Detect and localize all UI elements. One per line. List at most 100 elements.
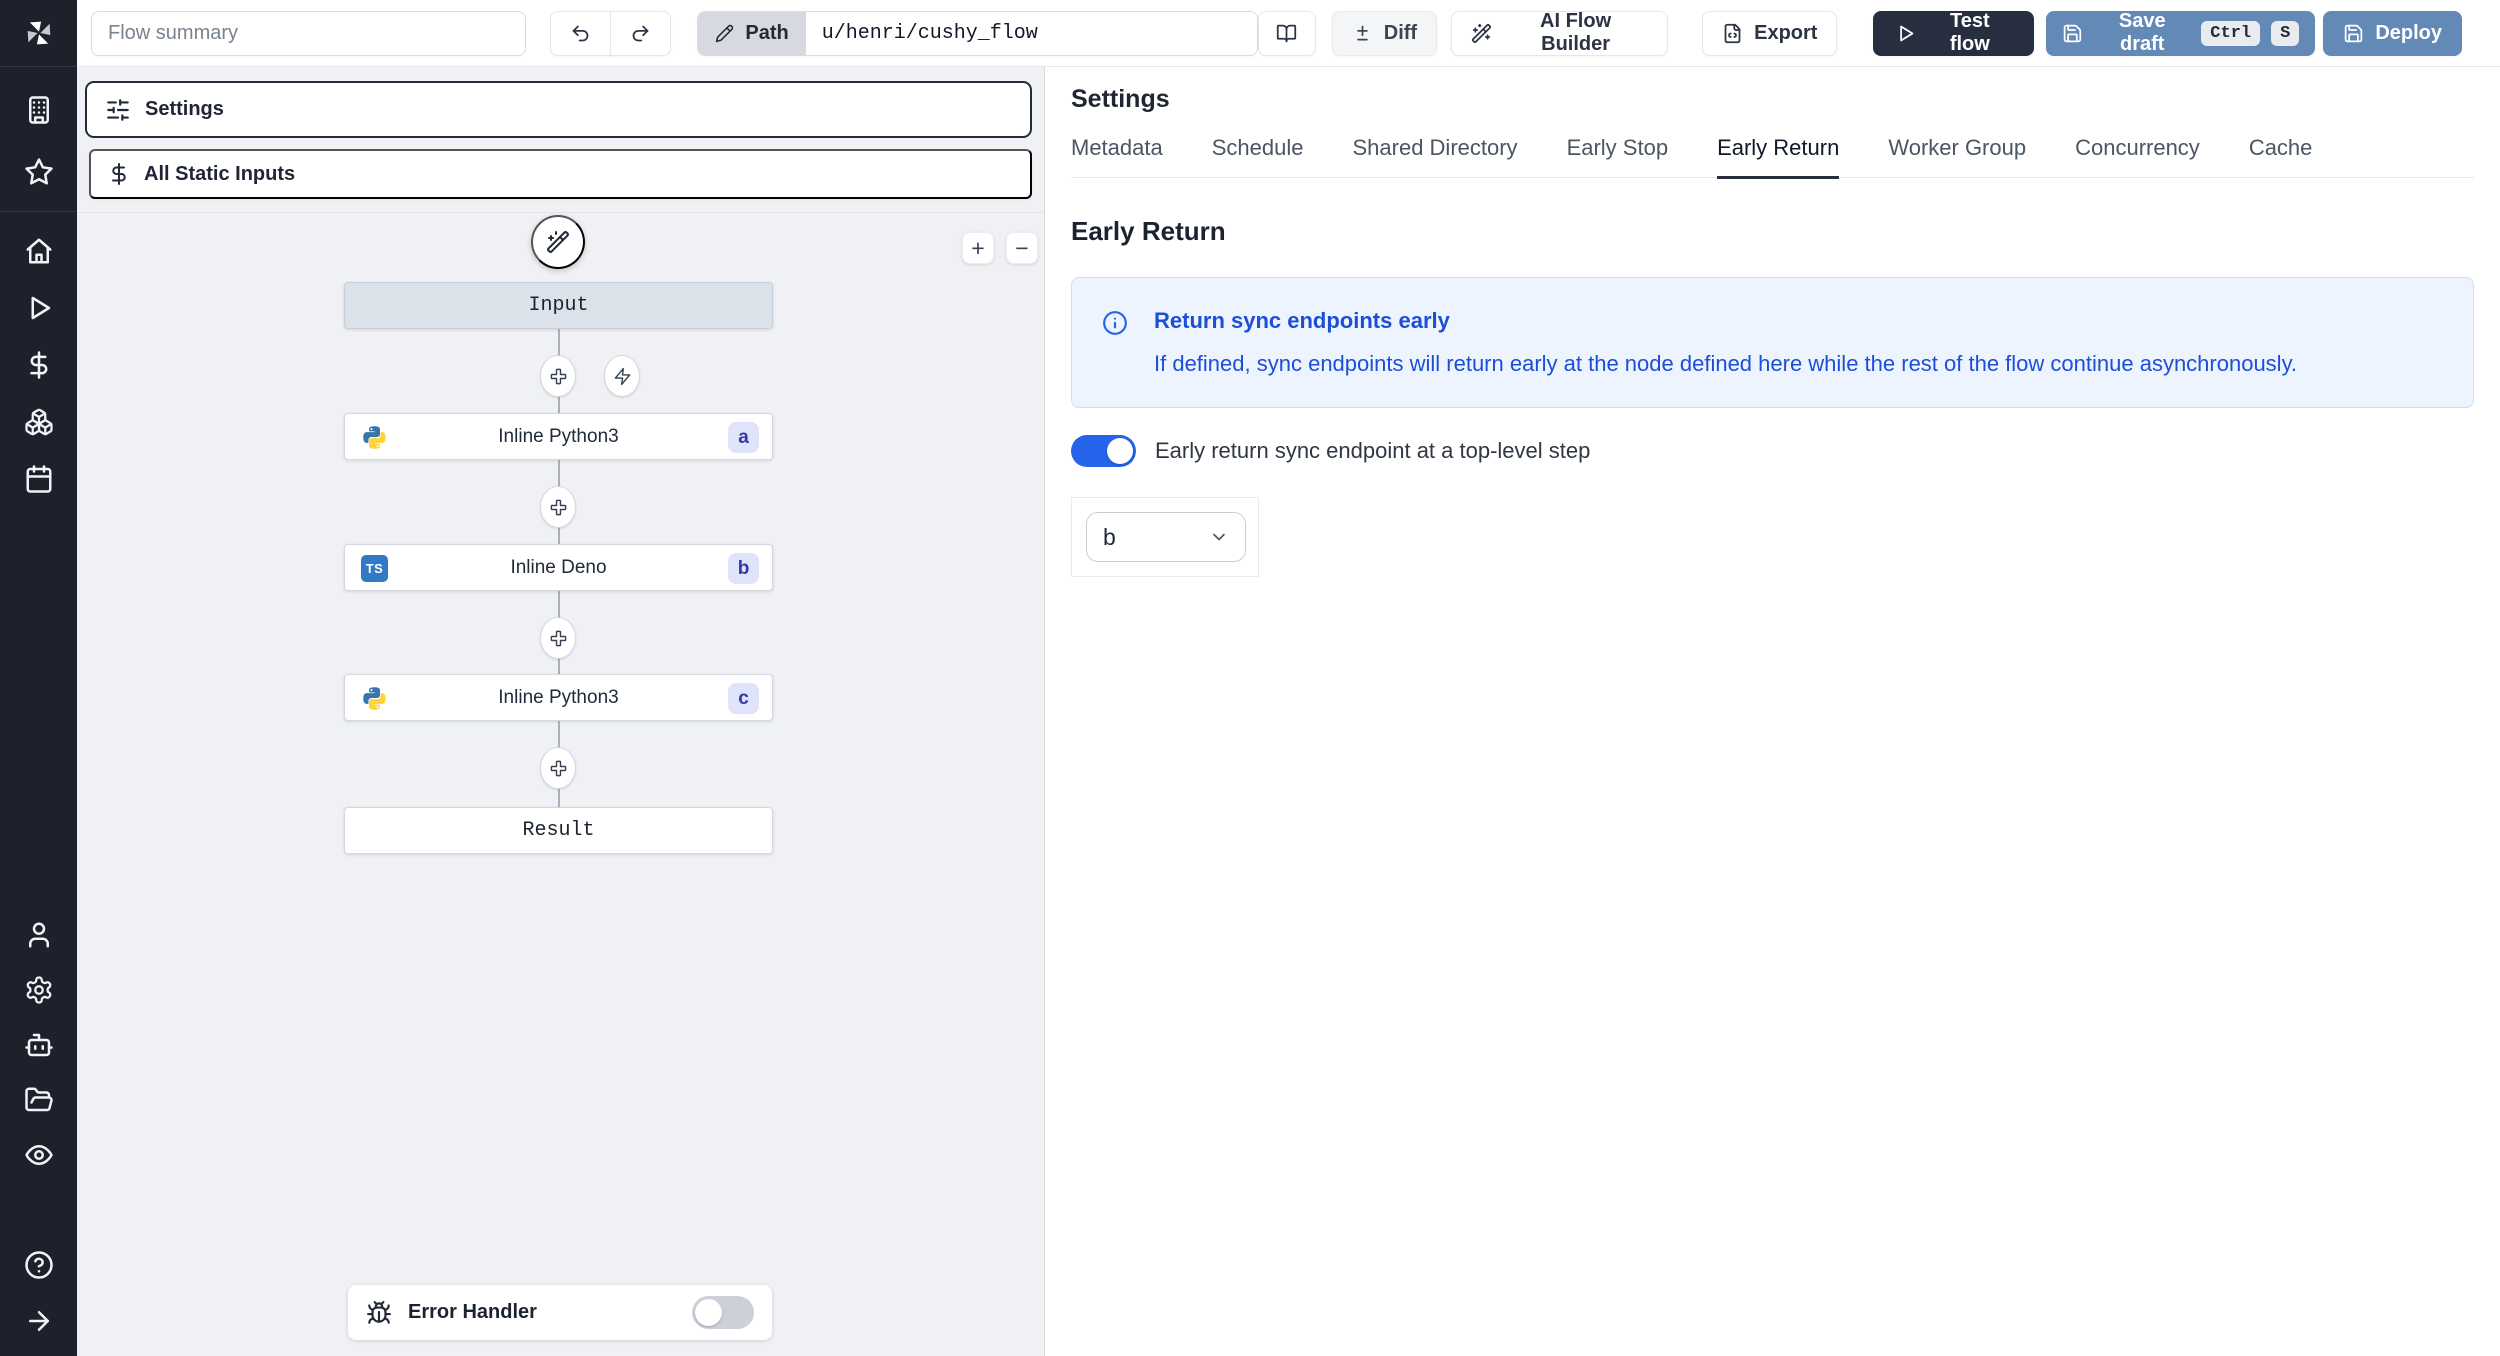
gear-icon[interactable] [24, 975, 54, 1005]
settings-tabs: Metadata Schedule Shared Directory Early… [1071, 135, 2474, 179]
user-icon[interactable] [24, 920, 54, 950]
result-node[interactable]: Result [344, 807, 773, 854]
redo-button[interactable] [610, 10, 672, 56]
eye-icon[interactable] [24, 1140, 54, 1170]
plus-cross-icon [550, 630, 566, 646]
undo-redo-group [550, 10, 672, 56]
ai-flow-builder-button[interactable]: AI Flow Builder [1451, 10, 1669, 56]
diff-label: Diff [1383, 21, 1418, 44]
step-node-c[interactable]: Inline Python3 c [344, 674, 773, 721]
wand-sparkles-icon [1471, 23, 1492, 43]
toggle-knob [1107, 438, 1133, 464]
settings-panel-title: Settings [1071, 85, 1170, 113]
add-step-button[interactable] [540, 355, 576, 397]
save-draft-button[interactable]: Save draft Ctrl S [2046, 10, 2316, 56]
flow-settings-button[interactable]: Settings [85, 81, 1032, 138]
dollar-icon [112, 163, 126, 185]
add-step-button[interactable] [540, 617, 576, 659]
tab-concurrency[interactable]: Concurrency [2075, 135, 2200, 177]
error-handler-toggle[interactable] [692, 1296, 754, 1329]
resources-boxes-icon[interactable] [24, 407, 54, 437]
kbd-ctrl: Ctrl [2201, 20, 2261, 46]
all-static-inputs-button[interactable]: All Static Inputs [89, 149, 1032, 199]
diff-button[interactable]: Diff [1331, 10, 1438, 56]
kbd-s: S [2271, 20, 2300, 46]
input-node-label: Input [528, 294, 589, 317]
sidebar-divider [0, 211, 77, 212]
step-select-container: b [1071, 497, 1259, 577]
export-button[interactable]: Export [1702, 10, 1838, 56]
edit-path-button[interactable]: Path [698, 11, 806, 55]
variables-dollar-icon[interactable] [24, 350, 54, 380]
step-node-a-label: Inline Python3 [498, 425, 619, 447]
play-icon [1900, 25, 1914, 41]
early-return-toggle-row: Early return sync endpoint at a top-leve… [1071, 435, 2474, 467]
sliders-icon [107, 98, 129, 121]
export-label: Export [1754, 21, 1818, 44]
info-icon [1103, 311, 1127, 335]
path-group: Path [697, 10, 1258, 56]
undo-icon [573, 25, 589, 41]
collapse-arrow-right-icon[interactable] [24, 1306, 54, 1336]
zoom-out-button[interactable]: − [1006, 232, 1038, 264]
test-flow-label: Test flow [1949, 10, 1990, 55]
windmill-logo[interactable] [0, 0, 77, 67]
windmill-logo-icon [27, 21, 50, 45]
file-export-icon [1724, 23, 1741, 43]
wand-icon [547, 231, 569, 253]
building-icon[interactable] [24, 95, 54, 125]
save-draft-label: Save draft [2118, 10, 2166, 55]
tab-early-stop[interactable]: Early Stop [1567, 135, 1669, 177]
early-return-info-box: Return sync endpoints early If defined, … [1071, 277, 2474, 408]
tab-schedule[interactable]: Schedule [1212, 135, 1304, 177]
star-icon[interactable] [24, 157, 54, 187]
tab-cache[interactable]: Cache [2249, 135, 2313, 177]
error-handler-card[interactable]: Error Handler [348, 1285, 772, 1340]
zoom-in-button[interactable]: + [962, 232, 994, 264]
deploy-label: Deploy [2375, 21, 2442, 44]
plus-cross-icon [550, 368, 566, 384]
test-flow-button[interactable]: Test flow [1873, 10, 2035, 56]
tab-shared-directory[interactable]: Shared Directory [1352, 135, 1517, 177]
plus-cross-icon [550, 499, 566, 515]
schedules-calendar-icon[interactable] [24, 464, 54, 494]
save-icon [2064, 24, 2082, 42]
deploy-button[interactable]: Deploy [2323, 10, 2462, 56]
flow-settings-label: Settings [145, 98, 224, 120]
robot-icon[interactable] [24, 1030, 54, 1060]
tab-metadata[interactable]: Metadata [1071, 135, 1163, 177]
info-text-column: Return sync endpoints early If defined, … [1154, 308, 2297, 377]
error-handler-label: Error Handler [408, 1301, 537, 1323]
book-open-icon [1277, 24, 1297, 42]
add-step-button[interactable] [540, 486, 576, 528]
home-icon[interactable] [24, 236, 54, 266]
folder-open-icon[interactable] [24, 1085, 54, 1115]
step-node-a[interactable]: Inline Python3 a [344, 413, 773, 460]
topbar-actions: Diff AI Flow Builder Export Test flow Sa… [1257, 10, 2462, 56]
runs-play-icon[interactable] [24, 293, 54, 323]
toggle-knob [695, 1299, 722, 1326]
step-node-b[interactable]: TS Inline Deno b [344, 544, 773, 591]
content-row: Settings All Static Inputs + − Input Inl… [77, 67, 2500, 1356]
add-trigger-button[interactable] [604, 355, 640, 397]
pencil-icon [716, 24, 734, 42]
help-circle-icon[interactable] [24, 1250, 54, 1280]
early-return-section-title: Early Return [1071, 216, 1226, 246]
redo-icon [633, 25, 649, 41]
docs-book-button[interactable] [1257, 10, 1316, 56]
tab-worker-group[interactable]: Worker Group [1888, 135, 2026, 177]
early-return-toggle[interactable] [1071, 435, 1136, 467]
path-label: Path [745, 21, 789, 44]
settings-panel: Settings Metadata Schedule Shared Direct… [1045, 67, 2500, 1356]
bug-icon [367, 1300, 391, 1324]
path-input[interactable] [805, 11, 1257, 55]
input-node[interactable]: Input [344, 282, 773, 329]
flow-summary-input[interactable] [91, 10, 527, 56]
undo-button[interactable] [550, 10, 612, 56]
add-step-button[interactable] [540, 747, 576, 789]
tab-early-return[interactable]: Early Return [1717, 135, 1840, 179]
diff-icon [1357, 25, 1368, 40]
graph-ai-wand-button[interactable] [531, 215, 585, 269]
step-node-c-badge: c [728, 683, 759, 714]
step-select[interactable]: b [1086, 512, 1246, 562]
